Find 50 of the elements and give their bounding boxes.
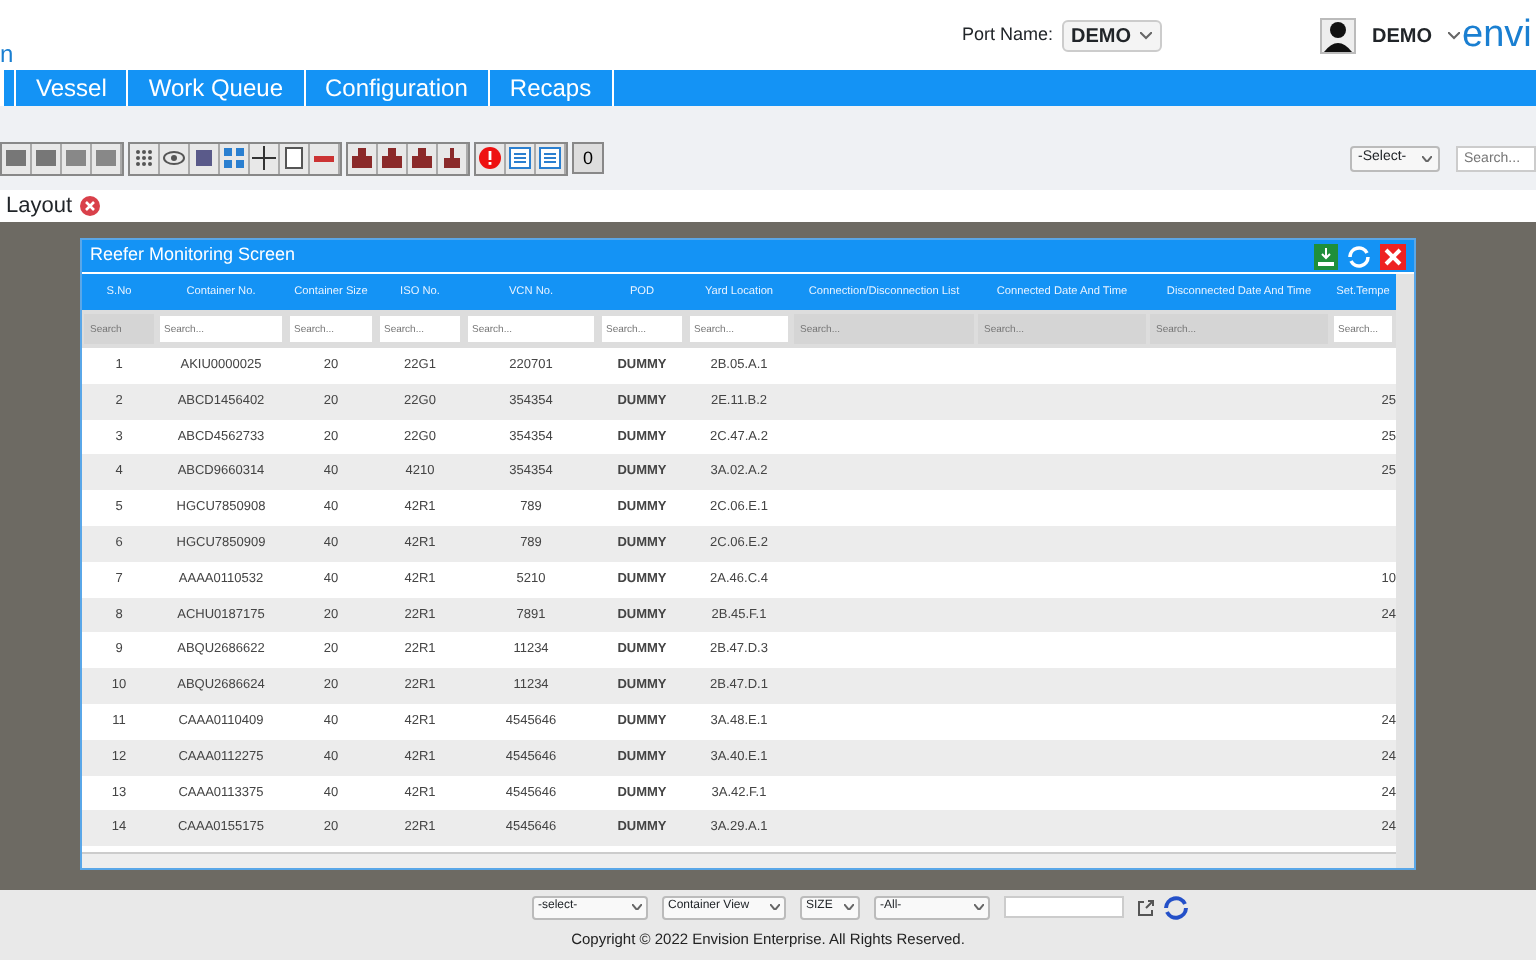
square-icon [32,144,60,172]
logo-text: envi [1462,16,1532,54]
user-icon [1320,18,1356,54]
caret-icon [1448,32,1460,40]
stack-icon [408,144,436,172]
stack-icon [348,144,376,172]
port-select[interactable]: DEMO [1061,20,1162,52]
stack-icon [438,144,466,172]
close-icon[interactable] [80,196,101,216]
refresh-icon[interactable] [1162,893,1190,921]
user-name: DEMO [1372,23,1432,51]
window-title: Reefer Monitoring Screen [90,242,296,269]
scrollbar[interactable] [1396,274,1414,868]
stack-icon [378,144,406,172]
caret-icon [632,904,642,910]
toolbar-button[interactable] [160,143,190,173]
toolbar-button[interactable] [348,143,378,173]
toolbar-button[interactable] [438,143,468,173]
toolbar-button[interactable] [130,143,160,173]
list-icon [506,144,534,172]
layout-tab[interactable]: Layout [6,189,73,223]
excel-export-icon[interactable] [1314,243,1338,269]
external-link-icon[interactable] [1138,899,1154,915]
caret-icon [1139,32,1152,40]
caret-icon [844,904,854,910]
toolbar-button[interactable] [408,143,438,173]
grid-icon [220,144,248,172]
caret-icon [974,904,984,910]
close-icon[interactable] [1380,243,1406,269]
count-button[interactable]: 0 [572,142,604,174]
caret-icon [1422,155,1432,161]
search-field[interactable] [1004,896,1124,918]
square-icon [2,144,30,172]
square-icon [92,144,120,172]
move-icon [250,144,278,172]
caret-icon [770,904,780,910]
app-title: n [0,38,14,72]
scrollbar[interactable] [82,852,1396,868]
toolbar-button[interactable] [378,143,408,173]
list-icon [536,144,564,172]
document-icon [280,144,308,172]
square-icon [190,144,218,172]
dots-grid-icon [130,144,158,172]
toolbar-button[interactable] [476,143,506,173]
toolbar-button[interactable] [280,143,310,173]
port-label: Port Name: [962,22,1054,49]
toolbar-button[interactable] [250,143,280,173]
square-icon [62,144,90,172]
alert-icon [476,144,504,172]
toolbar-button[interactable] [190,143,220,173]
